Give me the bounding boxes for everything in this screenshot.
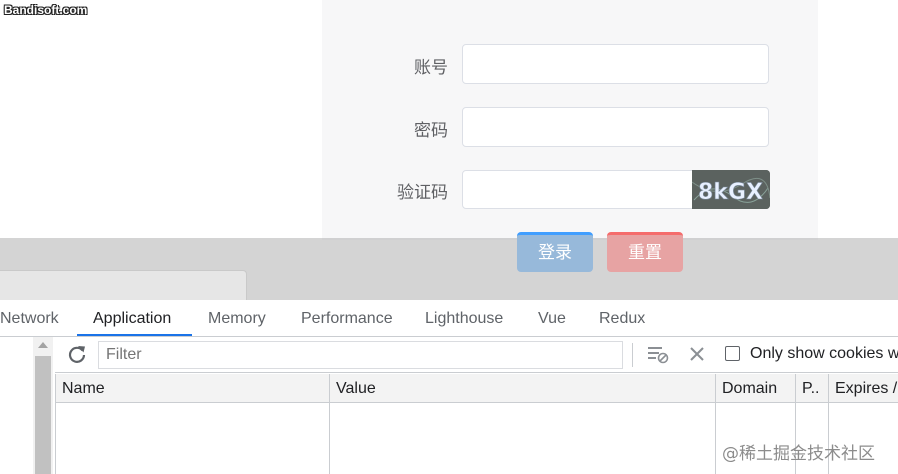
refresh-icon[interactable] bbox=[67, 344, 87, 364]
column-divider[interactable] bbox=[715, 374, 716, 474]
active-tab-indicator bbox=[77, 334, 192, 336]
scroll-up-arrow-icon[interactable] bbox=[38, 342, 48, 348]
column-header-expires[interactable]: Expires / bbox=[835, 380, 897, 398]
account-label: 账号 bbox=[414, 58, 448, 78]
column-divider bbox=[55, 374, 56, 474]
only-show-cookies-label: Only show cookies w bbox=[750, 345, 898, 362]
column-header-domain[interactable]: Domain bbox=[722, 380, 777, 398]
watermark-bandisoft: Bandisoft.com bbox=[4, 3, 88, 17]
scrollbar-thumb[interactable] bbox=[35, 356, 51, 474]
devtools-drawer-tab bbox=[0, 270, 247, 300]
delete-icon[interactable] bbox=[688, 345, 706, 363]
tab-lighthouse[interactable]: Lighthouse bbox=[425, 310, 503, 328]
tab-performance[interactable]: Performance bbox=[301, 310, 393, 328]
reset-button[interactable]: 重置 bbox=[607, 232, 683, 272]
tab-application[interactable]: Application bbox=[93, 310, 171, 328]
login-button[interactable]: 登录 bbox=[517, 232, 593, 272]
column-header-value[interactable]: Value bbox=[336, 380, 376, 398]
filter-input[interactable] bbox=[98, 341, 623, 369]
clear-filter-icon[interactable] bbox=[647, 344, 669, 364]
watermark-juejin: @稀土掘金技术社区 bbox=[722, 444, 875, 464]
column-header-name[interactable]: Name bbox=[62, 380, 105, 398]
password-input[interactable] bbox=[462, 107, 769, 147]
captcha-image[interactable]: 8kGX bbox=[692, 170, 770, 209]
captcha-text: 8kGX bbox=[698, 180, 763, 205]
column-divider[interactable] bbox=[329, 374, 330, 474]
captcha-graphic: 8kGX bbox=[692, 170, 770, 209]
password-label: 密码 bbox=[414, 121, 448, 141]
tab-network[interactable]: Network bbox=[0, 310, 59, 328]
tab-redux[interactable]: Redux bbox=[599, 310, 645, 328]
tab-memory[interactable]: Memory bbox=[208, 310, 266, 328]
captcha-input[interactable] bbox=[462, 170, 694, 209]
tab-vue[interactable]: Vue bbox=[538, 310, 566, 328]
screen: Bandisoft.com 账号 密码 验证码 8kGX 登录 重置 Netwo… bbox=[0, 0, 898, 474]
column-header-path[interactable]: P.. bbox=[802, 380, 820, 398]
toolbar-separator bbox=[632, 343, 633, 367]
only-show-cookies-checkbox[interactable] bbox=[725, 346, 740, 361]
captcha-label: 验证码 bbox=[397, 183, 448, 203]
account-input[interactable] bbox=[462, 44, 769, 84]
